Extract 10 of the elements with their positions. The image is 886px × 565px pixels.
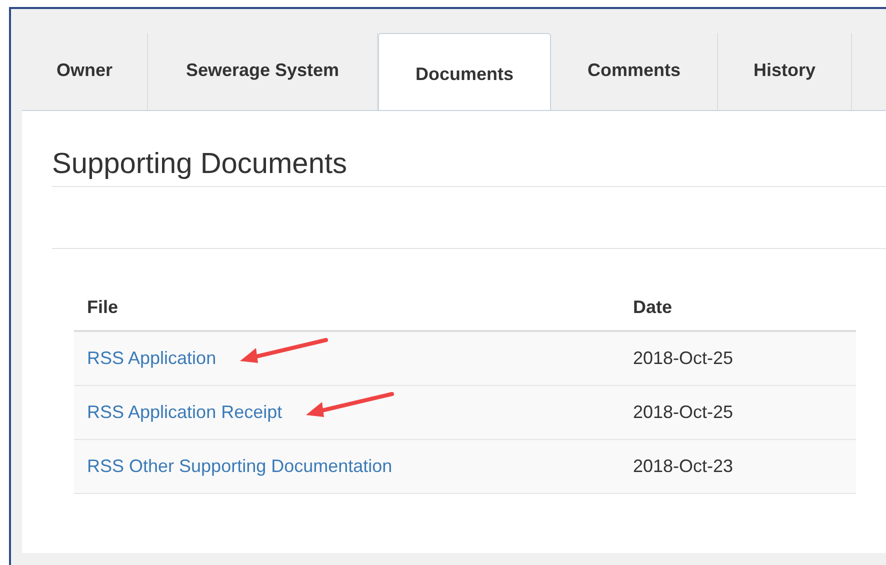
file-link[interactable]: RSS Other Supporting Documentation (87, 456, 392, 476)
file-link[interactable]: RSS Application Receipt (87, 402, 282, 422)
date-cell-text: 2018-Oct-23 (633, 455, 734, 478)
column-header: File (87, 296, 120, 319)
section-heading: Supporting Documents (52, 147, 347, 182)
tab[interactable]: Documents (378, 33, 551, 110)
date-cell-text: 2018-Oct-25 (633, 347, 734, 370)
date-cell-text: 2018-Oct-25 (633, 401, 734, 424)
column-header: Date (633, 296, 672, 319)
file-link[interactable]: RSS Application (87, 348, 216, 368)
